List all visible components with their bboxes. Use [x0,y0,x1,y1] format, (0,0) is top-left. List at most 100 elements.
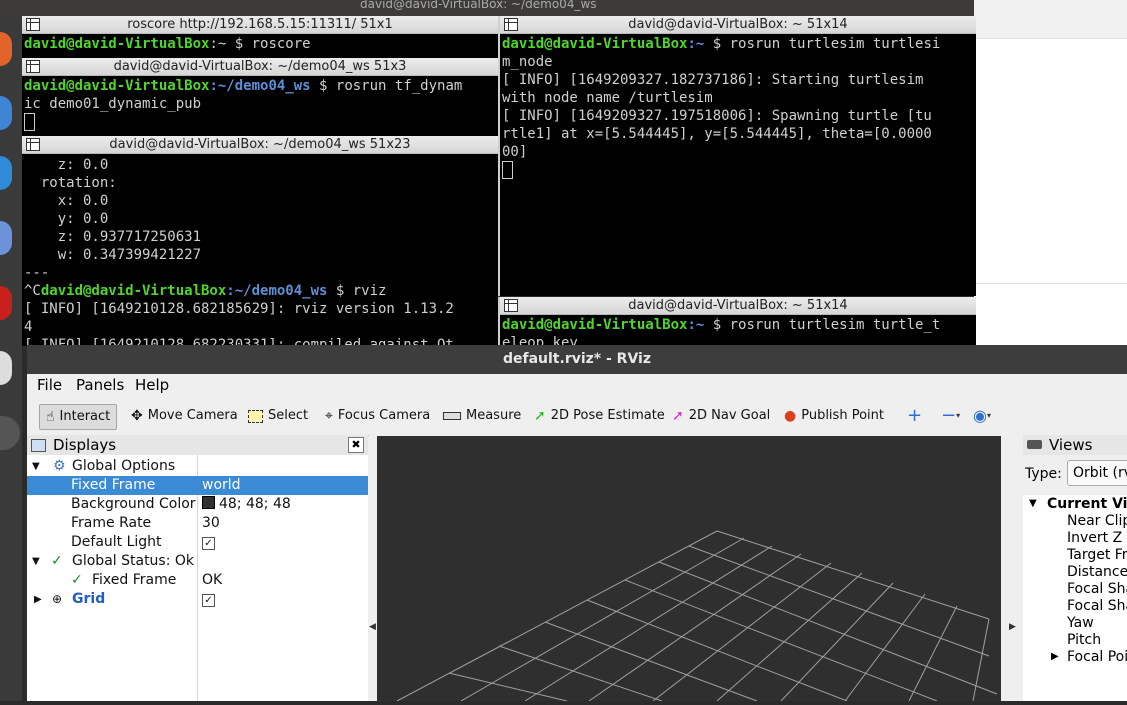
output-line: [ INFO] [1649209327.182737186]: Starting… [502,72,924,88]
default-light-checkbox[interactable]: ✓ [202,537,215,550]
tool-label: Publish Point [801,408,884,423]
terminal-title: david@david-VirtualBox: ~/demo04_ws 51x2… [109,137,411,152]
text-editor-icon[interactable] [0,351,12,385]
menu-panels[interactable]: Panels [76,376,124,394]
prompt-user: david@david-VirtualBox [502,36,688,52]
property-value[interactable]: 30 [202,514,220,533]
splitter-left[interactable]: ◀ [368,436,377,701]
output-line: z: 0.0 [24,157,109,173]
property-value[interactable]: world [202,476,241,495]
move-camera-tool-button[interactable]: ✥ Move Camera [131,404,238,428]
view-type-select[interactable]: Orbit (rv [1067,460,1127,486]
nav-goal-tool-button[interactable]: ➚ 2D Nav Goal [672,404,770,428]
chevron-right-icon[interactable]: ▶ [1009,622,1016,632]
focus-camera-tool-button[interactable]: ⌖ Focus Camera [325,404,430,428]
tree-row-status-fixed-frame[interactable]: ✓ Fixed Frame OK [27,571,368,590]
displays-panel-header: Displays ✖ [27,435,368,455]
chevron-down-icon[interactable]: ▼ [1029,498,1037,509]
tree-row-default-light[interactable]: Default Light ✓ [27,533,368,552]
tree-label[interactable]: Current View [1047,496,1127,512]
prompt-command: $ rosrun turtlesim turtlesi [712,36,941,52]
output-line: x: 0.0 [24,193,109,209]
terminal-title-bar[interactable]: david@david-VirtualBox: ~/demo04_ws 51x3 [22,58,498,76]
terminal-output: david@david-VirtualBox:~ $ roscore [24,35,498,53]
terminal-title-bar[interactable]: roscore http://192.168.5.15:11311/ 51x1 [22,16,498,34]
render-3d-view[interactable] [377,436,1027,702]
chevron-right-icon[interactable]: ▶ [1051,651,1059,662]
prompt-user: david@david-VirtualBox [24,36,210,52]
window-title: default.rviz* - RViz [502,351,651,367]
select-tool-button[interactable]: Select [248,404,308,428]
view-property-label[interactable]: Focal Sha [1067,581,1127,597]
prompt-path: :~ [687,36,705,52]
desktop-window-title: david@david-VirtualBox: ~/demo04_ws [360,0,597,11]
tree-label: Global Status: Ok [72,553,195,569]
terminal-icon [504,299,518,312]
rviz-app-icon[interactable] [0,416,20,450]
prompt-command: $ rosrun tf_dynam [319,78,463,94]
gear-icon: ⚙ [53,458,66,474]
terminal-roscore[interactable]: roscore http://192.168.5.15:11311/ 51x1 … [22,16,498,58]
rviz-window[interactable]: default.rviz* - RViz File Panels Help ☝ I… [27,345,1127,702]
publish-point-tool-button[interactable]: ● Publish Point [784,404,884,428]
view-property-label[interactable]: Distance [1067,564,1127,580]
tree-row-fixed-frame[interactable]: Fixed Frame world [27,476,368,495]
chevron-right-icon[interactable]: ▶ [34,590,42,609]
terminal-app-icon[interactable] [0,286,12,320]
rviz-title-bar[interactable]: default.rviz* - RViz [27,345,1127,374]
menu-help[interactable]: Help [135,376,169,394]
terminal-echo[interactable]: david@david-VirtualBox: ~/demo04_ws 51x2… [22,136,498,346]
chevron-down-icon[interactable]: ▼ [32,457,40,476]
property-label: Default Light [71,534,162,550]
chevron-down-icon[interactable]: ▼ [32,552,40,571]
measure-tool-button[interactable]: Measure [443,404,521,428]
tool-properties-button[interactable]: ◉ ▾ [973,404,991,428]
terminal-icon [504,18,518,31]
view-property-label[interactable]: Yaw [1067,615,1094,631]
view-property-label[interactable]: Target Fr [1067,547,1127,563]
prompt-user: david@david-VirtualBox [24,78,210,94]
chevron-left-icon[interactable]: ◀ [369,622,376,632]
minus-icon: − [941,405,957,426]
view-property-label[interactable]: Near Clip [1067,513,1127,529]
files-icon[interactable] [0,32,12,66]
tool-bar: ☝ Interact ✥ Move Camera Select ⌖ Focus Cam… [27,396,1127,437]
view-property-label[interactable]: Focal Poi [1067,649,1127,665]
terminal-teleop[interactable]: david@david-VirtualBox: ~ 51x14 david@da… [498,297,976,347]
grid-enabled-checkbox[interactable]: ✓ [202,594,215,607]
tree-row-grid[interactable]: ▶ ⊕ Grid ✓ [27,590,368,609]
terminal-title-bar[interactable]: david@david-VirtualBox: ~ 51x14 [500,16,976,34]
tool-label: 2D Pose Estimate [550,408,665,423]
interact-tool-button[interactable]: ☝ Interact [39,404,118,430]
terminal-title-bar[interactable]: david@david-VirtualBox: ~/demo04_ws 51x2… [22,136,498,154]
browser-icon[interactable] [0,96,12,130]
tree-row-background-color[interactable]: Background Color 48; 48; 48 [27,495,368,514]
view-property-label[interactable]: Pitch [1067,632,1101,648]
tool-label: Measure [466,408,522,423]
tree-row-frame-rate[interactable]: Frame Rate 30 [27,514,368,533]
output-line: with node name /turtlesim [502,90,713,106]
help-icon[interactable] [0,221,12,255]
terminal-icon [26,60,40,73]
tool-label: Focus Camera [337,408,431,423]
add-tool-button[interactable]: + [907,404,922,428]
property-value: 48; 48; 48 [219,496,291,512]
remove-tool-button[interactable]: − ▾ [941,404,960,428]
grid-display [396,530,998,702]
terminal-dynamic-pub[interactable]: david@david-VirtualBox: ~/demo04_ws 51x3… [22,58,498,136]
tree-label: Fixed Frame [92,572,177,588]
view-property-label[interactable]: Focal Sha [1067,598,1127,614]
splitter-right[interactable]: ▶ [1001,436,1023,701]
terminal-icon [26,18,40,31]
tool-label: Select [268,408,309,423]
software-icon[interactable] [0,156,12,190]
view-property-label[interactable]: Invert Z A [1067,530,1127,546]
pose-estimate-tool-button[interactable]: ➚ 2D Pose Estimate [534,404,665,428]
tree-row-global-status[interactable]: ▼ ✓ Global Status: Ok [27,552,368,571]
menu-file[interactable]: File [37,376,62,394]
terminal-turtlesim[interactable]: david@david-VirtualBox: ~ 51x14 david@da… [498,16,976,296]
tree-row-global-options[interactable]: ▼ ⚙ Global Options [27,457,368,476]
terminal-title-bar[interactable]: david@david-VirtualBox: ~ 51x14 [500,297,976,315]
color-swatch-value[interactable]: 48; 48; 48 [202,495,291,514]
close-icon[interactable]: ✖ [348,437,364,453]
